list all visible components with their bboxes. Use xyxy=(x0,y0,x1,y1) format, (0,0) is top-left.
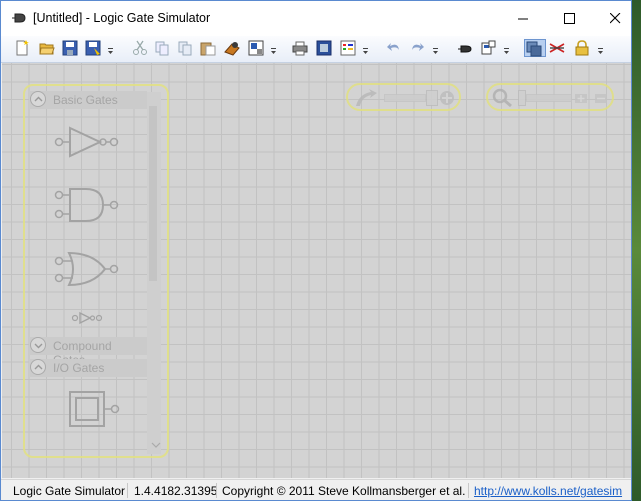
status-app-name: Logic Gate Simulator xyxy=(13,484,126,498)
rotate-control xyxy=(346,83,461,111)
open-folder-icon xyxy=(39,43,55,55)
toolbox-scroll-thumb[interactable] xyxy=(149,106,157,281)
rotate-slider[interactable] xyxy=(384,94,426,102)
user-input-gate-icon[interactable] xyxy=(69,391,125,429)
chevron-down-icon[interactable] xyxy=(504,48,509,54)
copy-image-icon xyxy=(178,41,192,56)
status-separator xyxy=(127,483,128,498)
rotate-left-icon[interactable] xyxy=(353,88,379,108)
maximize-icon xyxy=(564,13,575,24)
chevron-down-icon[interactable] xyxy=(363,48,368,54)
integrated-circuit-button[interactable] xyxy=(479,39,497,57)
lock-button[interactable] xyxy=(573,39,591,57)
new-button[interactable] xyxy=(13,39,31,57)
chart-icon xyxy=(340,40,356,56)
gate-app-icon xyxy=(12,13,26,23)
overlay-button[interactable] xyxy=(524,39,546,57)
rotate-right-icon[interactable] xyxy=(438,88,458,108)
not-gate-icon[interactable] xyxy=(53,126,123,160)
open-button[interactable] xyxy=(38,39,56,57)
section-label: Basic Gates xyxy=(53,93,118,107)
redo-button[interactable] xyxy=(408,39,426,57)
copy-as-image-button[interactable] xyxy=(176,39,194,57)
user-gate-button[interactable] xyxy=(223,39,241,57)
copy-button[interactable] xyxy=(153,39,171,57)
export-icon xyxy=(248,40,264,56)
cut-icon xyxy=(133,40,147,55)
status-copyright: Copyright © 2011 Steve Kollmansberger et… xyxy=(222,484,466,498)
close-icon xyxy=(610,13,621,24)
overlay-icon xyxy=(526,41,542,57)
print-button[interactable] xyxy=(291,39,309,57)
wires-icon xyxy=(549,43,565,53)
section-basic-gates[interactable]: Basic Gates xyxy=(29,91,147,109)
minimize-button[interactable] xyxy=(501,1,547,36)
and-gate-icon[interactable] xyxy=(53,187,123,225)
minimize-icon xyxy=(518,18,528,20)
ic-icon xyxy=(481,40,496,55)
status-version: 1.4.4182.31395 xyxy=(134,484,218,498)
new-file-icon xyxy=(16,40,29,56)
chevron-down-icon[interactable] xyxy=(271,48,276,54)
rotate-thumb[interactable] xyxy=(426,90,438,106)
zoom-fit-icon[interactable] xyxy=(594,91,608,105)
save-button[interactable] xyxy=(61,39,79,57)
zoom-slider[interactable] xyxy=(526,94,572,102)
zoom-icon[interactable] xyxy=(492,88,514,108)
window-title: [Untitled] - Logic Gate Simulator xyxy=(33,11,211,25)
chart-button[interactable] xyxy=(339,39,357,57)
save-as-button[interactable] xyxy=(84,39,102,57)
wires-button[interactable] xyxy=(548,39,570,57)
website-link[interactable]: http://www.kolls.net/gatesim xyxy=(474,484,622,498)
status-separator xyxy=(468,483,469,498)
maximize-button[interactable] xyxy=(547,1,593,36)
chevron-down-icon[interactable] xyxy=(433,48,438,54)
collapse-icon xyxy=(30,359,46,375)
zoom-thumb[interactable] xyxy=(518,90,526,106)
chevron-down-icon[interactable] xyxy=(598,48,603,54)
title-bar[interactable]: [Untitled] - Logic Gate Simulator xyxy=(1,1,631,36)
lock-icon xyxy=(575,40,589,56)
close-button[interactable] xyxy=(593,1,631,36)
buffer-gate-icon[interactable] xyxy=(71,311,105,325)
collapse-icon xyxy=(30,91,46,107)
undo-icon xyxy=(387,43,399,51)
scroll-down-icon[interactable] xyxy=(151,441,161,449)
save-as-icon xyxy=(85,40,101,56)
main-toolbar xyxy=(1,36,631,63)
status-separator xyxy=(216,483,217,498)
section-label: I/O Gates xyxy=(53,361,105,375)
chip-icon xyxy=(224,42,240,56)
save-icon xyxy=(62,40,78,56)
paste-icon xyxy=(200,42,216,56)
print-icon xyxy=(292,41,308,56)
undo-button[interactable] xyxy=(385,39,403,57)
cut-button[interactable] xyxy=(131,39,149,57)
copy-icon xyxy=(155,41,169,56)
app-window: [Untitled] - Logic Gate Simulator Basic … xyxy=(0,0,632,501)
section-compound-gates[interactable]: Compound Gates xyxy=(29,337,147,367)
print-preview-icon xyxy=(316,40,332,56)
zoom-control xyxy=(486,83,614,111)
print-preview-button[interactable] xyxy=(315,39,333,57)
expand-icon xyxy=(30,337,46,353)
section-io-gates[interactable]: I/O Gates xyxy=(29,359,147,377)
or-gate-icon[interactable] xyxy=(53,251,123,289)
chevron-down-icon[interactable] xyxy=(108,48,113,54)
zoom-in-icon[interactable] xyxy=(574,91,588,105)
paste-button[interactable] xyxy=(199,39,217,57)
status-bar: Logic Gate Simulator 1.4.4182.31395 Copy… xyxy=(1,479,631,500)
grid-icon xyxy=(458,45,472,53)
redo-icon xyxy=(412,43,424,51)
desktop-background-edge xyxy=(632,0,641,501)
show-grid-button[interactable] xyxy=(456,39,474,57)
export-button[interactable] xyxy=(247,39,265,57)
